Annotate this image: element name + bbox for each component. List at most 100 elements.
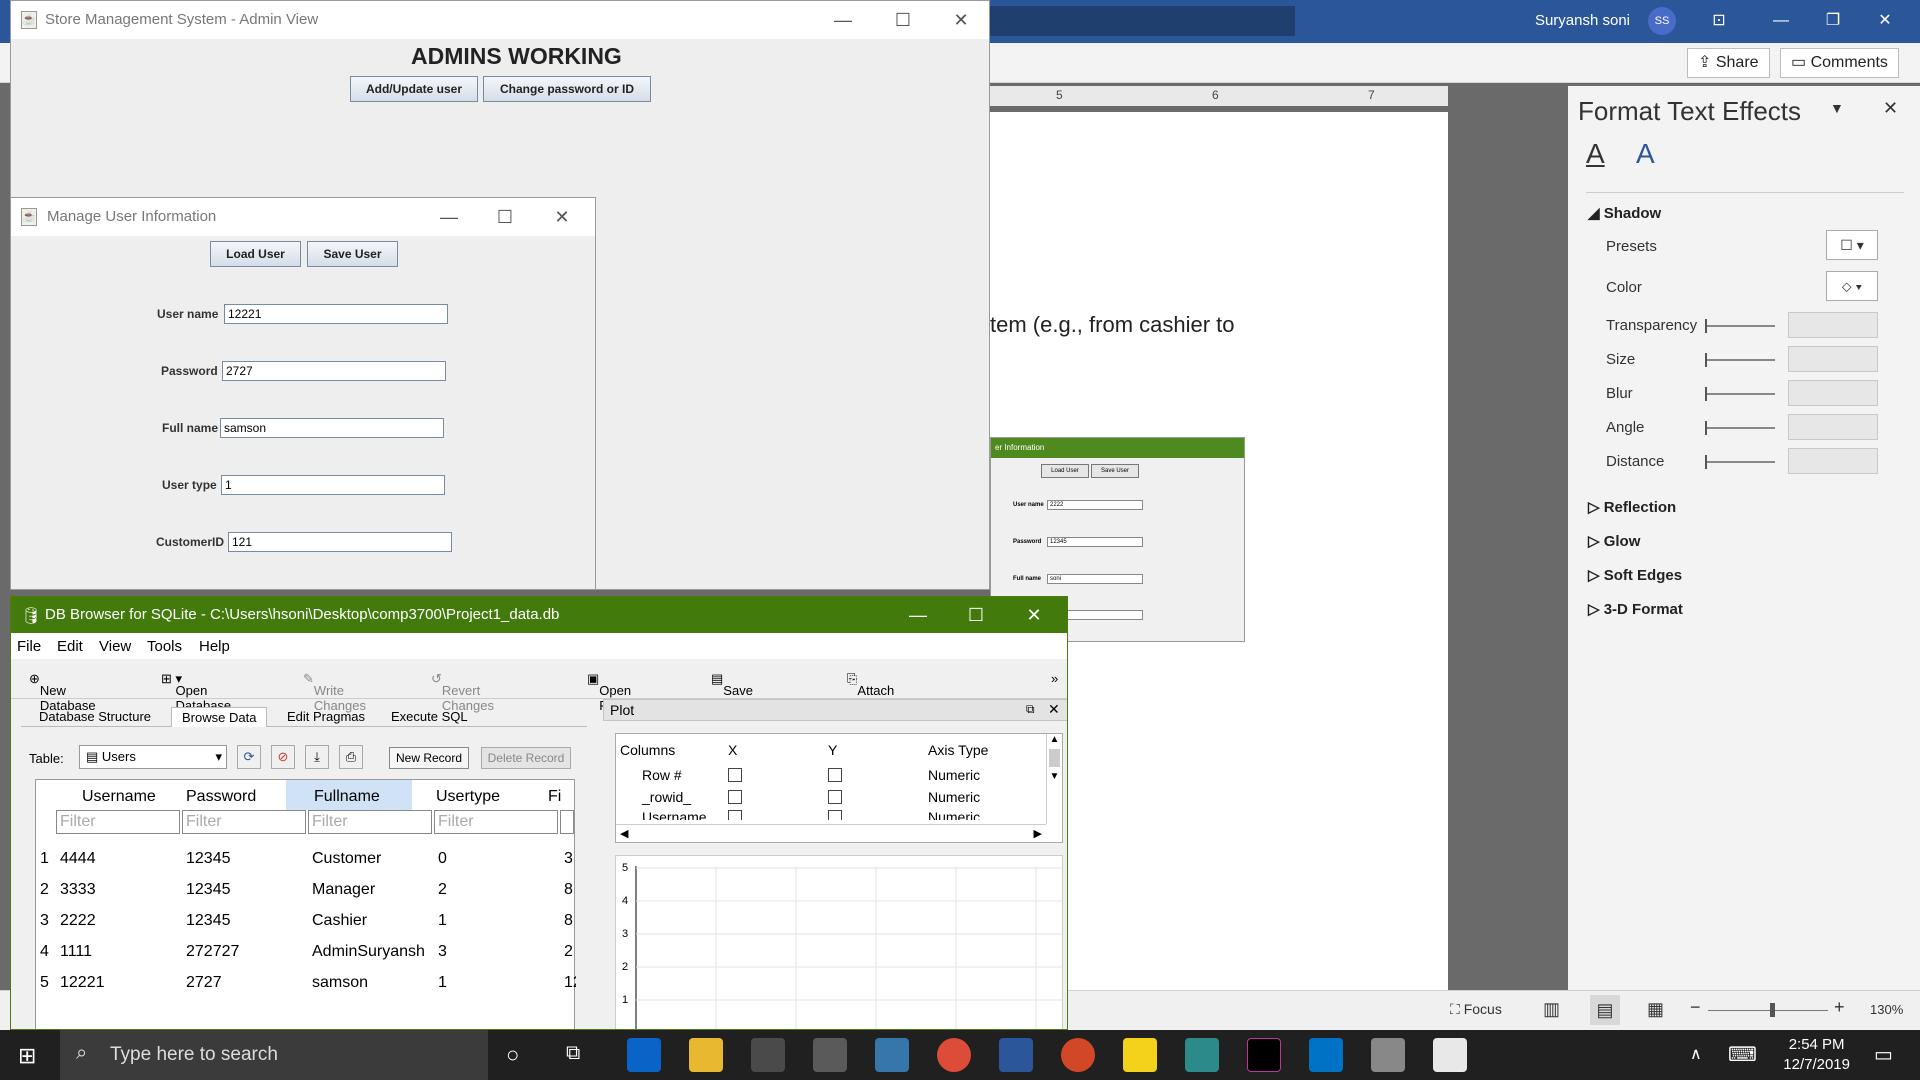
menu-tools[interactable]: Tools: [147, 638, 182, 655]
table-cell[interactable]: 3: [438, 943, 447, 961]
mail-icon[interactable]: [813, 1038, 847, 1072]
db-titlebar[interactable]: 🛢 DB Browser for SQLite - C:\Users\hsoni…: [11, 597, 1067, 633]
windows-start-icon[interactable]: ⊞: [18, 1043, 36, 1069]
column-header-more[interactable]: Fi: [548, 788, 561, 806]
filter-input[interactable]: Filter: [182, 810, 306, 834]
y-checkbox[interactable]: [828, 810, 842, 820]
row-number[interactable]: 4: [40, 943, 49, 961]
change-password-button[interactable]: Change password or ID: [483, 76, 651, 102]
close-icon[interactable]: ✕: [1048, 701, 1060, 718]
maximize-icon[interactable]: ☐: [485, 204, 525, 230]
task-view-icon[interactable]: ⧉: [566, 1042, 580, 1065]
size-spinner[interactable]: [1788, 346, 1878, 372]
save-table-icon[interactable]: ⤓: [305, 745, 329, 769]
write-changes-button[interactable]: ✎ Write Changes: [303, 671, 366, 713]
plot-columns-table[interactable]: Columns X Y Axis Type Row # Numeric _row…: [615, 733, 1063, 843]
vertical-scrollbar[interactable]: ▲ ▼: [1046, 734, 1062, 824]
add-update-user-button[interactable]: Add/Update user: [350, 76, 478, 102]
save-project-button[interactable]: ▤ Save Project: [711, 671, 764, 713]
presets-dropdown[interactable]: ☐ ▾: [1826, 230, 1878, 260]
transparency-spinner[interactable]: [1788, 312, 1878, 338]
table-cell[interactable]: 4444: [60, 850, 96, 868]
table-cell[interactable]: 0: [438, 850, 447, 868]
table-cell[interactable]: 2: [564, 943, 573, 961]
maximize-icon[interactable]: ☐: [883, 7, 923, 33]
notification-icon[interactable]: ▭: [1874, 1042, 1893, 1067]
row-number[interactable]: 1: [40, 850, 49, 868]
store-icon[interactable]: [751, 1038, 785, 1072]
attach-database-button[interactable]: ⎘ Attach Database: [847, 671, 913, 713]
x-checkbox[interactable]: [728, 790, 742, 804]
taskbar-search[interactable]: ⌕ Type here to search: [60, 1030, 488, 1080]
zoom-slider-thumb[interactable]: [1770, 1003, 1775, 1017]
row-number[interactable]: 2: [40, 881, 49, 899]
pane-options-icon[interactable]: ▼: [1830, 100, 1844, 116]
section-shadow[interactable]: ◢ Shadow: [1588, 204, 1661, 222]
share-button[interactable]: ⇪ Share: [1687, 48, 1770, 78]
open-database-button[interactable]: ⊞ Open Database ▾: [161, 671, 231, 713]
chrome-icon[interactable]: [937, 1038, 971, 1072]
zoom-in-icon[interactable]: +: [1834, 997, 1845, 1018]
refresh-icon[interactable]: ⟳: [237, 745, 261, 769]
revert-changes-button[interactable]: ↺ Revert Changes: [431, 671, 494, 713]
plot-area[interactable]: 5 4 3 2 1: [615, 855, 1064, 1029]
section-soft-edges[interactable]: ▷ Soft Edges: [1588, 566, 1682, 584]
file-explorer-icon[interactable]: [689, 1038, 723, 1072]
row-number[interactable]: 5: [40, 974, 49, 992]
table-cell[interactable]: 12: [564, 974, 576, 992]
y-checkbox[interactable]: [828, 768, 842, 782]
size-slider[interactable]: [1705, 353, 1775, 367]
minimize-icon[interactable]: —: [823, 7, 863, 33]
minimize-icon[interactable]: —: [895, 601, 941, 629]
table-cell[interactable]: 12345: [186, 912, 231, 930]
y-checkbox[interactable]: [828, 790, 842, 804]
data-grid[interactable]: Username Password Fullname Usertype Fi F…: [35, 779, 576, 1029]
filter-input[interactable]: Filter: [434, 810, 558, 834]
table-cell[interactable]: Manager: [312, 881, 375, 899]
horizontal-scrollbar[interactable]: ◀ ▶: [616, 824, 1046, 842]
table-cell[interactable]: 2: [438, 881, 447, 899]
ribbon-display-icon[interactable]: ⊡: [1696, 6, 1742, 36]
print-icon[interactable]: ⎙: [339, 745, 363, 769]
open-project-button[interactable]: ▣ Open Project: [587, 671, 640, 713]
taskbar-clock[interactable]: 2:54 PM 12/7/2019: [1783, 1035, 1850, 1075]
column-header-username[interactable]: Username: [82, 788, 156, 806]
comments-button[interactable]: ▭ Comments: [1780, 48, 1899, 78]
usertype-field[interactable]: 1: [221, 475, 445, 495]
minimize-icon[interactable]: —: [1758, 6, 1804, 36]
table-cell[interactable]: 3333: [60, 881, 96, 899]
tab-execute-sql[interactable]: Execute SQL: [381, 707, 478, 726]
avatar[interactable]: SS: [1648, 7, 1676, 35]
table-cell[interactable]: 8: [564, 881, 573, 899]
distance-slider[interactable]: [1705, 455, 1775, 469]
angle-spinner[interactable]: [1788, 414, 1878, 440]
table-cell[interactable]: 1111: [60, 943, 92, 961]
new-record-button[interactable]: New Record: [389, 747, 469, 769]
table-cell[interactable]: 1: [438, 912, 447, 930]
menu-edit[interactable]: Edit: [57, 638, 83, 655]
tab-edit-pragmas[interactable]: Edit Pragmas: [277, 707, 375, 726]
angle-slider[interactable]: [1705, 421, 1775, 435]
read-mode-icon[interactable]: ▥: [1543, 999, 1560, 1020]
zoom-level[interactable]: 130%: [1870, 1002, 1903, 1017]
x-checkbox[interactable]: [728, 768, 742, 782]
x-checkbox[interactable]: [728, 810, 742, 820]
table-cell[interactable]: 12345: [186, 850, 231, 868]
table-cell[interactable]: 2727: [186, 974, 222, 992]
outlook-icon[interactable]: [1309, 1038, 1343, 1072]
table-cell[interactable]: 8: [564, 912, 573, 930]
word-icon[interactable]: [999, 1038, 1033, 1072]
admin-titlebar[interactable]: ☕ Store Management System - Admin View —…: [11, 1, 989, 39]
menu-help[interactable]: Help: [199, 638, 230, 655]
toolbar-overflow-icon[interactable]: »: [1051, 671, 1058, 686]
column-header-usertype[interactable]: Usertype: [436, 788, 500, 806]
menu-file[interactable]: File: [17, 638, 41, 655]
save-user-button[interactable]: Save User: [307, 241, 398, 267]
plot-dock-header[interactable]: Plot ⧉ ✕: [603, 699, 1067, 721]
close-icon[interactable]: ✕: [1862, 6, 1908, 36]
filter-input[interactable]: Filter: [308, 810, 432, 834]
word-user-name[interactable]: Suryansh soni: [1535, 12, 1630, 29]
close-icon[interactable]: ✕: [1011, 601, 1057, 629]
float-icon[interactable]: ⧉: [1026, 702, 1035, 717]
delete-record-button[interactable]: Delete Record: [481, 747, 571, 769]
